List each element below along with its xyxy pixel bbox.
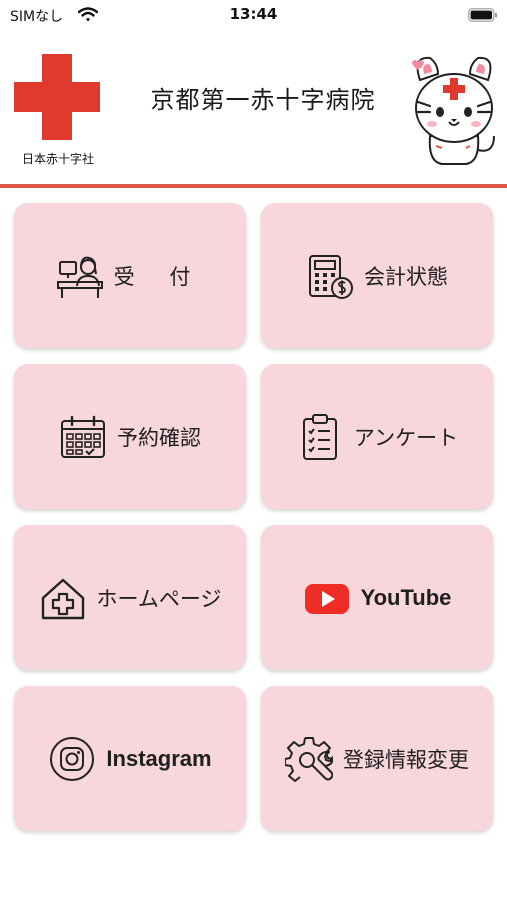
registration-update-label: 登録情報変更 [343,747,469,772]
registration-update-button[interactable]: 登録情報変更 [261,686,493,831]
survey-label: アンケート [353,425,459,450]
appointment-check-button[interactable]: 予約確認 [14,364,246,509]
instagram-label: Instagram [106,745,212,771]
billing-status-button[interactable]: 会計状態 [261,203,493,348]
reception-label: 受 付 [113,264,205,289]
status-bar: SIMなし 13:44 [0,0,507,32]
hospital-name: 京都第一赤十字病院 [150,86,376,114]
homepage-label: ホームページ [96,586,222,611]
tiger-mascot-icon [412,56,495,165]
calculator-money-icon [309,254,353,299]
battery-icon [468,8,497,22]
settings-wrench-icon [285,736,333,782]
app-header: 日本赤十字社 京都第一赤十字病院 [0,40,507,185]
red-cross-logo [14,54,100,140]
org-name: 日本赤十字社 [21,152,94,166]
homepage-button[interactable]: ホームページ [14,525,246,670]
reception-button[interactable]: 受 付 [14,203,246,348]
youtube-play-icon [304,583,349,614]
appointment-check-label: 予約確認 [117,425,201,450]
instagram-button[interactable]: Instagram [14,686,246,831]
calendar-check-icon [61,415,105,458]
status-time: 13:44 [229,5,278,23]
header-divider [0,184,507,188]
survey-button[interactable]: アンケート [261,364,493,509]
youtube-label: YouTube [360,584,452,610]
clipboard-checklist-icon [302,413,337,460]
youtube-button[interactable]: YouTube [261,525,493,670]
instagram-camera-icon [50,736,95,781]
billing-status-label: 会計状態 [364,264,448,289]
hospital-house-icon [41,578,84,619]
reception-desk-icon [56,256,103,298]
